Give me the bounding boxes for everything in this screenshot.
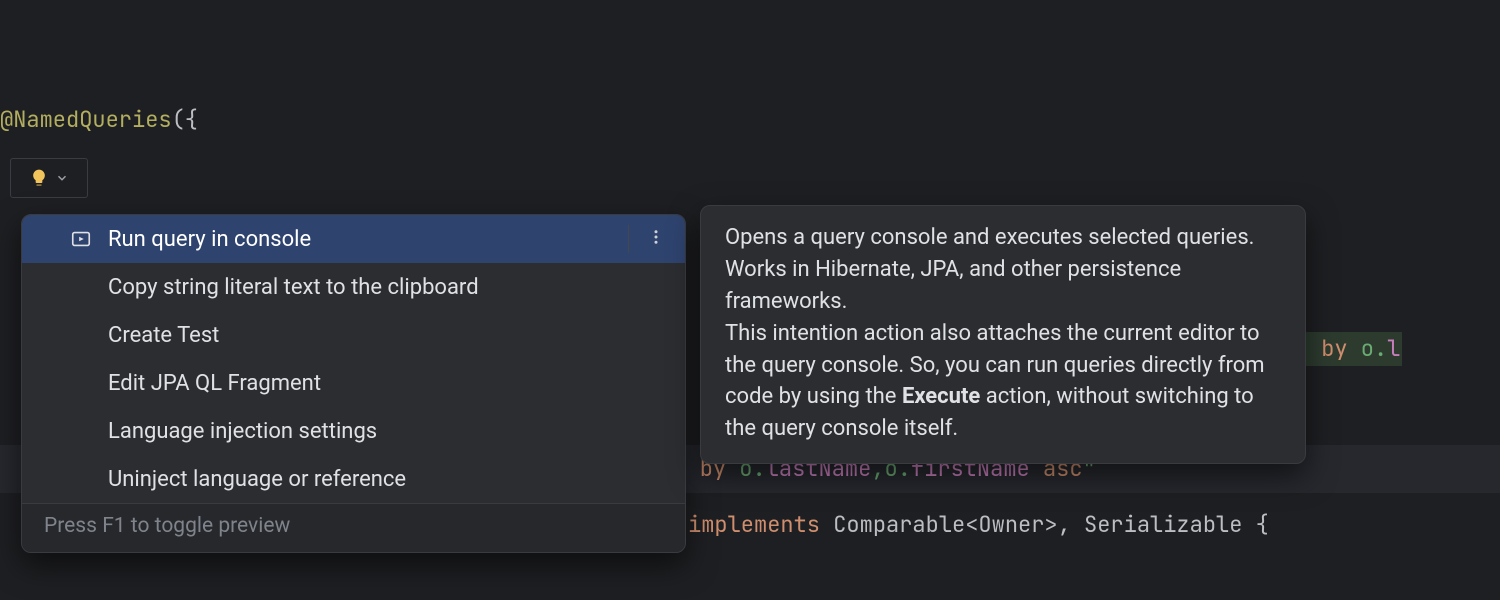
intention-item[interactable]: Language injection settings — [22, 407, 685, 455]
separator — [628, 225, 629, 253]
intention-list: Run query in console Copy string literal … — [22, 215, 685, 503]
intention-item[interactable]: Uninject language or reference — [22, 455, 685, 503]
console-run-icon — [70, 228, 92, 250]
doc-text-bold: Execute — [902, 384, 980, 409]
code-line[interactable]: @NamedQueries({ — [0, 96, 1500, 144]
lightbulb-icon — [29, 168, 49, 188]
intention-item-label: Run query in console — [108, 227, 311, 252]
intention-item[interactable]: Create Test — [22, 311, 685, 359]
intention-item-label: Edit JPA QL Fragment — [108, 371, 321, 396]
bg-code-fragment: implements Comparable<Owner>, Serializab… — [688, 508, 1269, 542]
intention-item[interactable]: Edit JPA QL Fragment — [22, 359, 685, 407]
intention-item[interactable]: Copy string literal text to the clipboar… — [22, 263, 685, 311]
quick-doc-tooltip: Opens a query console and executes selec… — [700, 205, 1306, 464]
bg-code-fragment: by o.l — [1306, 332, 1402, 366]
intention-item-label: Language injection settings — [108, 419, 377, 444]
intention-actions-popup: Run query in console Copy string literal … — [21, 214, 686, 553]
annotation: @NamedQueries — [0, 105, 172, 134]
doc-text: Opens a query console and executes selec… — [725, 225, 1254, 314]
intention-item-label: Copy string literal text to the clipboar… — [108, 275, 479, 300]
chevron-down-icon — [55, 171, 69, 185]
intention-item-label: Uninject language or reference — [108, 467, 406, 492]
intention-bulb-button[interactable] — [10, 158, 88, 198]
more-vertical-icon[interactable] — [647, 227, 665, 252]
intention-footer-hint: Press F1 to toggle preview — [22, 503, 685, 552]
intention-item-label: Create Test — [108, 323, 219, 348]
intention-item[interactable]: Run query in console — [22, 215, 685, 263]
